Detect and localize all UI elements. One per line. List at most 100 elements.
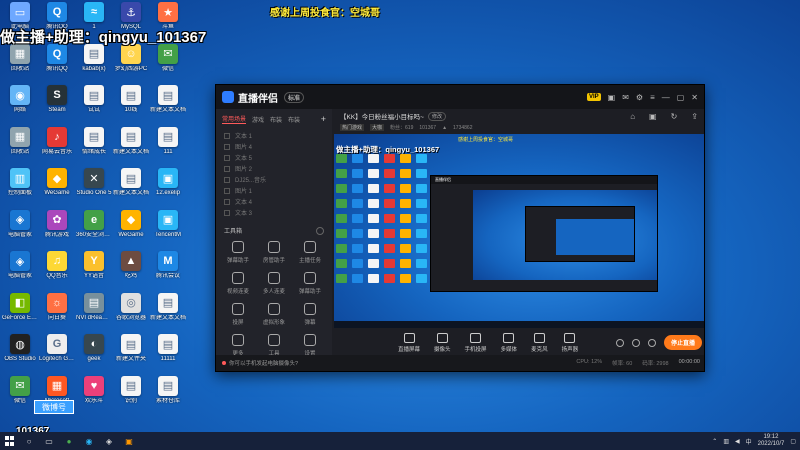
scene-item[interactable]: 文本 5 xyxy=(224,152,324,163)
clock[interactable]: 19:12 2022/10/7 xyxy=(758,434,785,448)
category-chip[interactable]: 热门游戏 xyxy=(340,124,365,131)
scene-item[interactable]: 文本 1 xyxy=(224,130,324,141)
desktop-icon[interactable]: ▣ 12.exelip xyxy=(150,168,186,210)
edit-title-button[interactable]: 修改 xyxy=(427,111,446,121)
tab-layout-1[interactable]: 布装 xyxy=(270,115,282,124)
desktop-icon[interactable]: ▤ 识别 xyxy=(113,375,149,418)
toolbox-item[interactable]: 弹幕助手 xyxy=(220,241,256,264)
toolbox-more-icon[interactable] xyxy=(316,226,324,235)
desktop-icon[interactable]: Y YY语音 xyxy=(76,251,112,293)
steam-taskbar-icon[interactable]: ◈ xyxy=(104,436,114,446)
vip-badge[interactable]: VIP xyxy=(586,93,601,101)
desktop-icon[interactable]: ◆ WeGame xyxy=(39,168,75,210)
toolbox-item[interactable]: 投屏 xyxy=(220,303,256,326)
windows-start-icon[interactable] xyxy=(4,436,14,446)
desktop-icon[interactable]: ◈ 电脑管家 xyxy=(2,251,38,293)
scene-item[interactable]: 图片 2 xyxy=(224,163,324,174)
desktop-icon[interactable]: ▦ 回收站 xyxy=(2,126,38,169)
toolbox-item[interactable]: 弹幕 xyxy=(292,303,328,326)
source-control-button[interactable]: 直播屏幕 xyxy=(398,332,420,353)
toolbox-item[interactable]: 主播任务 xyxy=(292,241,328,264)
desktop-icon[interactable]: G Logitech G HUB xyxy=(39,334,75,376)
desktop-icon[interactable]: ▤ 新建文本文档 xyxy=(150,292,186,335)
source-control-button[interactable]: 手机投屏 xyxy=(465,332,487,353)
scene-item[interactable]: DJ25...音乐 xyxy=(224,174,324,185)
tray-up-icon[interactable]: ⌃ xyxy=(712,438,717,445)
desktop-icon[interactable]: ▤ 新建文件夹 xyxy=(113,334,149,376)
desktop-icon[interactable]: ▤ 新建文本文档 xyxy=(113,168,149,210)
camera-toggle-icon[interactable] xyxy=(615,338,624,347)
source-control-button[interactable]: 多媒体 xyxy=(501,332,517,353)
menu-icon[interactable]: ≡ xyxy=(650,93,655,102)
taskview-icon[interactable]: ▭ xyxy=(44,436,54,446)
desktop-icon[interactable]: ▥ 控制面板 xyxy=(2,168,38,210)
scene-item[interactable]: 文本 4 xyxy=(224,196,324,207)
toolbox-item[interactable]: 房管助手 xyxy=(256,241,292,264)
desktop-icon[interactable]: ✉ 微信 xyxy=(150,43,186,86)
close-icon[interactable]: ✕ xyxy=(691,93,698,102)
desktop-icon[interactable]: ✕ Studio One 5 xyxy=(76,168,112,210)
scene-item[interactable]: 文本 3 xyxy=(224,207,324,218)
notification-icon[interactable]: ▢ xyxy=(790,438,796,445)
tab-layout-2[interactable]: 布装 xyxy=(288,115,300,124)
desktop-icon[interactable]: ▤ 试试 xyxy=(76,85,112,127)
message-icon[interactable]: ✉ xyxy=(622,93,629,102)
toolbox-item[interactable]: 弹幕助手 xyxy=(292,272,328,295)
preview-toggle-icon[interactable] xyxy=(631,338,640,347)
version-badge[interactable]: 标准 xyxy=(284,91,305,103)
desktop-icon[interactable]: ▤ NVI dReamer xyxy=(76,292,112,335)
ime-icon[interactable]: 中 xyxy=(746,437,752,446)
scene-item[interactable]: 图片 1 xyxy=(224,185,324,196)
settings-icon[interactable]: ⚙ xyxy=(636,93,643,102)
desktop-icon[interactable]: ▤ 素材仓库 xyxy=(150,375,186,418)
desktop-icon[interactable]: ▣ TencentM xyxy=(150,209,186,252)
desktop-icon[interactable]: ☼ 向日葵 xyxy=(39,292,75,335)
desktop-icon[interactable]: ▤ kabab(x) xyxy=(76,43,112,86)
gear-icon[interactable] xyxy=(647,338,656,347)
tab-common[interactable]: 常用场景 xyxy=(222,114,247,124)
desktop-icon[interactable]: ♪ 网易云音乐 xyxy=(39,126,75,169)
desktop-icon[interactable]: ▲ 吃鸡 xyxy=(113,251,149,293)
desktop-icon[interactable]: ✿ 腾讯游戏 xyxy=(39,209,75,252)
desktop-icon[interactable]: M 腾讯会议 xyxy=(150,251,186,293)
desktop-icon[interactable]: ☺ 梦幻西游PC xyxy=(113,43,149,86)
desktop-icon[interactable]: ◉ 网络 xyxy=(2,85,38,127)
desktop-icon[interactable]: ♫ QQ音乐 xyxy=(39,251,75,293)
minimize-icon[interactable]: — xyxy=(662,93,670,102)
stop-live-button[interactable]: 停止直播 xyxy=(663,335,702,350)
maximize-icon[interactable]: ▢ xyxy=(677,93,685,102)
tab-game[interactable]: 游戏 xyxy=(252,115,264,124)
desktop-icon[interactable]: ▤ 新建文本文档 xyxy=(150,85,186,127)
desktop-icon[interactable]: ◐ geek xyxy=(76,334,112,376)
scene-item[interactable]: 图片 4 xyxy=(224,141,324,152)
stream-preview[interactable]: 感谢上周投食官：空城哥 做主播+助理：qingyu_101367 直播伴侣 xyxy=(334,134,704,328)
wechat-taskbar-icon[interactable]: ● xyxy=(64,436,74,446)
share-icon[interactable]: ⇪ xyxy=(691,112,698,121)
toolbox-item[interactable]: 更多 xyxy=(220,334,256,357)
lock-icon[interactable]: ⌂ xyxy=(630,112,635,121)
desktop-icon[interactable]: ✉ 微信 xyxy=(2,375,38,418)
desktop-icon[interactable]: ◎ 谷歌浏览器 xyxy=(113,292,149,335)
desktop-icon[interactable]: Q 腾讯QQ xyxy=(39,43,75,86)
desktop-icon[interactable]: ▤ 11111 xyxy=(150,334,186,376)
status-hint[interactable]: 你可以手机发起电脑摄像头? xyxy=(222,359,298,367)
desktop-icon[interactable]: ◧GeForce Experience xyxy=(2,292,38,335)
live-app-taskbar-icon[interactable]: ▣ xyxy=(124,436,134,446)
source-control-button[interactable]: 摄像头 xyxy=(434,332,451,353)
desktop-icon[interactable]: S Steam xyxy=(39,85,75,127)
browser-taskbar-icon[interactable]: ◉ xyxy=(84,436,94,446)
toolbox-item[interactable]: 设置 xyxy=(292,334,328,357)
add-scene-icon[interactable]: + xyxy=(321,114,326,124)
desktop-icon[interactable]: ◆ WeGame xyxy=(113,209,149,252)
search-icon[interactable]: ○ xyxy=(24,436,34,446)
source-control-button[interactable]: 扬声器 xyxy=(562,332,578,353)
screen-icon[interactable]: ▣ xyxy=(649,112,657,121)
desktop-icon[interactable]: e360安全浏览器 xyxy=(76,209,112,252)
desktop-icon[interactable]: ◈ 电脑管家 xyxy=(2,209,38,252)
desktop-icon[interactable]: ▤ 新建文本文档 xyxy=(113,126,149,169)
desktop-icon[interactable]: ▤ 111 xyxy=(150,126,186,169)
toolbox-item[interactable]: 视频连麦 xyxy=(220,272,256,295)
source-control-button[interactable]: 麦克风 xyxy=(531,332,548,353)
desktop-icon[interactable]: ▤ 情绪成长 xyxy=(76,126,112,169)
toolbox-item[interactable]: 工具 xyxy=(256,334,292,357)
